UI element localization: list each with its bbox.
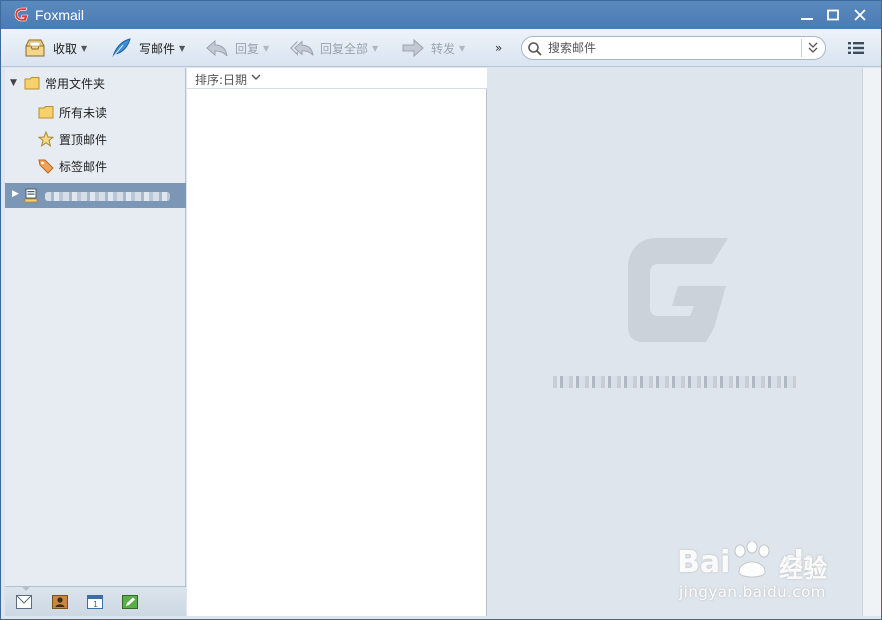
foxmail-window: Foxmail 收取 ▼ 写邮件 ▼ 回复 ▼ 回复全部 ▼ 转发 ▼ » 搜索… [0,0,882,620]
notes-module-icon[interactable] [122,595,138,609]
close-icon [854,9,866,21]
search-icon [528,42,542,56]
reply-all-arrow-icon [290,40,314,56]
search-input[interactable] [548,40,788,56]
tag-icon [38,159,54,174]
reply-all-label: 回复全部 [320,41,369,56]
module-switcher: 1 [5,586,186,616]
search-box[interactable] [521,36,826,60]
foxmail-watermark-logo-icon [628,238,728,342]
chevron-down-icon[interactable]: ▼ [179,44,185,53]
receive-button[interactable]: 收取 ▼ [23,35,87,61]
svg-text:1: 1 [93,600,98,609]
baidu-jingyan-watermark: Bai du 经验 jingyan.baidu.com [677,541,842,605]
compose-button[interactable]: 写邮件 ▼ [109,35,185,61]
maximize-icon [827,9,839,21]
sort-bar[interactable]: 排序:日期 [187,68,487,89]
inbox-tray-icon [25,39,45,57]
chevron-down-icon[interactable] [251,72,261,82]
chevron-down-icon[interactable]: ▼ [372,44,378,53]
expand-triangle-icon[interactable]: ▶ [12,189,19,199]
forward-arrow-icon [402,38,424,58]
title-bar: Foxmail [1,1,881,29]
foxmail-logo-icon [14,7,29,22]
calendar-module-icon[interactable]: 1 [87,595,103,609]
sidebar-item-tagged[interactable]: 标签邮件 [5,154,186,178]
window-title: Foxmail [35,7,85,23]
minimize-icon [801,18,813,20]
main-menu-button[interactable] [847,41,865,58]
star-icon [38,131,54,147]
common-folders-group[interactable]: ▼ 常用文件夹 [5,71,186,95]
list-menu-icon [848,42,864,54]
forward-button[interactable]: 转发 ▼ [401,35,465,61]
close-button[interactable] [851,6,869,24]
watermark-url: jingyan.baidu.com [679,583,826,601]
maximize-button[interactable] [824,6,842,24]
sidebar-item-label: 所有未读 [59,105,108,120]
watermark-jingyan: 经验 [779,555,827,583]
sidebar-item-unread[interactable]: 所有未读 [5,100,186,124]
paw-icon [734,541,770,578]
reply-button[interactable]: 回复 ▼ [205,35,269,61]
chevron-down-icon[interactable]: ▼ [263,44,269,53]
mail-list-pane: 排序:日期 [187,68,487,616]
folder-icon [24,77,40,90]
watermark-brand-left: Bai [677,545,731,580]
sidebar-item-pinned[interactable]: 置顶邮件 [5,127,186,151]
folder-pane: ▼ 常用文件夹 所有未读 置顶邮件 标签邮件 ▶ [5,68,186,616]
sidebar-item-label: 置顶邮件 [59,132,108,147]
reply-all-button[interactable]: 回复全部 ▼ [290,35,378,61]
minimize-button[interactable] [798,6,816,24]
sidebar-item-label: 标签邮件 [59,159,108,174]
toolbar: 收取 ▼ 写邮件 ▼ 回复 ▼ 回复全部 ▼ 转发 ▼ » 搜索邮件 [1,29,881,67]
reading-pane [488,68,862,616]
feather-pen-icon [112,38,131,58]
account-info-obscured [553,376,796,388]
account-row[interactable]: ▶ [5,183,186,208]
sort-label: 排序:日期 [195,73,248,87]
expand-triangle-icon[interactable]: ▼ [10,78,20,88]
chevron-down-icon[interactable]: ▼ [81,44,87,53]
search-options-button[interactable] [801,39,823,57]
more-toolbar-button[interactable]: » [495,41,502,55]
mail-account-icon [24,188,38,203]
forward-label: 转发 [431,41,456,56]
chevron-down-icon[interactable]: ▼ [459,44,465,53]
active-indicator [21,586,31,591]
double-chevron-down-icon [808,42,818,53]
reply-arrow-icon [206,39,228,57]
group-label: 常用文件夹 [45,76,106,91]
reply-label: 回复 [235,41,260,56]
right-edge-strip [862,68,881,616]
account-name-obscured [45,192,170,201]
mail-module-icon[interactable] [16,595,32,609]
compose-label: 写邮件 [139,41,176,56]
contacts-module-icon[interactable] [52,595,68,609]
folder-icon [38,106,54,119]
receive-label: 收取 [53,41,78,56]
